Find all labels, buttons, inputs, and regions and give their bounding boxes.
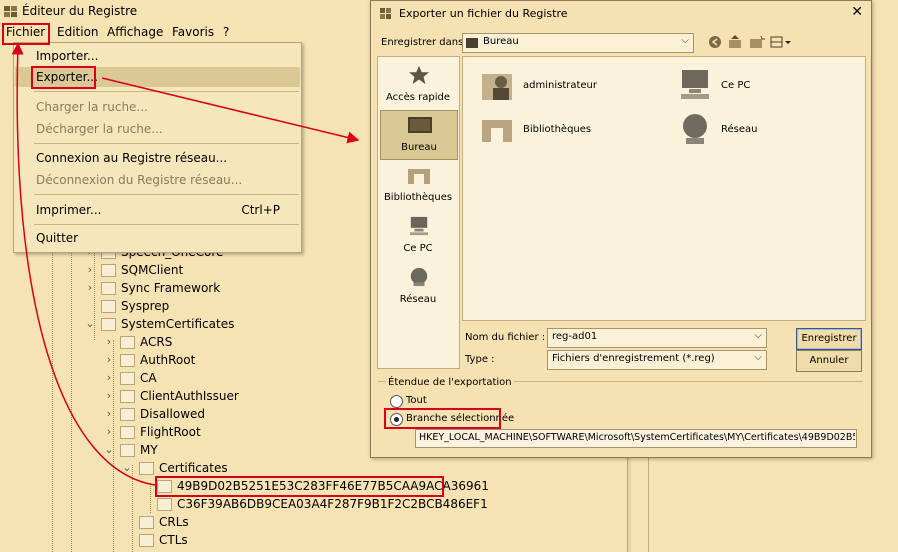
desktop-icon: [466, 38, 478, 48]
menu-favoris[interactable]: Favoris: [172, 25, 214, 39]
user-folder-icon: [482, 74, 512, 100]
expand-arrow-icon[interactable]: ›: [84, 261, 96, 279]
folder-icon: [120, 426, 135, 439]
chevron-down-icon: ⌵: [754, 352, 762, 363]
cancel-button[interactable]: Annuler: [796, 350, 862, 372]
place-ce-pc[interactable]: Ce PC: [380, 212, 456, 260]
registry-editor-title: Éditeur du Registre: [22, 4, 138, 18]
menu-item-importer[interactable]: Importer...: [15, 46, 300, 66]
expand-arrow-icon[interactable]: ›: [103, 423, 115, 441]
filename-label: Nom du fichier :: [465, 332, 546, 343]
tree-guide-line: [52, 230, 53, 552]
folder-icon: [139, 462, 154, 475]
star-icon: [409, 65, 429, 85]
regedit-app-icon: [380, 8, 391, 19]
expand-arrow-icon[interactable]: ›: [103, 333, 115, 351]
dialog-titlebar: Exporter un fichier du Registre ✕: [371, 1, 871, 25]
up-folder-icon[interactable]: [728, 34, 742, 49]
folder-icon: [157, 498, 172, 511]
menu-item-deconnexion-registre: Déconnexion du Registre réseau...: [36, 173, 243, 187]
scope-all-label: Tout: [406, 395, 427, 406]
collapse-arrow-icon[interactable]: ⌄: [103, 441, 115, 459]
folder-icon: [120, 354, 135, 367]
folder-icon: [120, 408, 135, 421]
dialog-title: Exporter un fichier du Registre: [399, 7, 568, 20]
chevron-down-icon[interactable]: ⌵: [754, 330, 762, 341]
desktop-icon: [408, 117, 432, 133]
highlight-certificate-key: [155, 476, 444, 497]
place-acces-rapide[interactable]: Accès rapide: [380, 61, 456, 109]
regedit-app-icon: [4, 6, 17, 17]
menu-separator: [34, 143, 299, 144]
library-icon: [408, 169, 430, 184]
expand-arrow-icon[interactable]: ›: [103, 405, 115, 423]
folder-icon: [101, 318, 116, 331]
network-icon: [410, 267, 428, 287]
menu-item-connexion-registre[interactable]: Connexion au Registre réseau...: [15, 148, 300, 168]
expand-arrow-icon[interactable]: ›: [84, 279, 96, 297]
file-item-administrateur[interactable]: administrateur: [480, 68, 640, 104]
tree-guide-line: [132, 465, 133, 552]
branch-path-input[interactable]: HKEY_LOCAL_MACHINE\SOFTWARE\Microsoft\Sy…: [415, 429, 857, 448]
highlight-fichier: [2, 23, 50, 45]
computer-icon: [409, 216, 429, 236]
scope-label: Étendue de l'exportation: [386, 377, 514, 388]
save-button[interactable]: Enregistrer: [796, 328, 862, 350]
highlight-branch-selected: [384, 408, 501, 429]
library-icon: [482, 120, 512, 142]
new-folder-icon[interactable]: [749, 35, 765, 49]
expand-arrow-icon[interactable]: ›: [103, 351, 115, 369]
folder-icon: [120, 390, 135, 403]
places-bar: Accès rapide Bureau Bibliothèques Ce PC …: [377, 56, 460, 369]
menu-item-imprimer[interactable]: Imprimer... Ctrl+P: [15, 200, 300, 220]
save-in-label: Enregistrer dans :: [381, 37, 470, 48]
folder-icon: [101, 282, 116, 295]
network-icon: [683, 114, 707, 144]
place-bibliotheques[interactable]: Bibliothèques: [380, 161, 456, 209]
tree-guide-line: [71, 230, 72, 552]
menu-help[interactable]: ?: [223, 25, 229, 39]
chevron-down-icon: ⌵: [681, 35, 689, 46]
filename-input[interactable]: reg-ad01 ⌵: [547, 328, 767, 348]
folder-icon: [120, 372, 135, 385]
scope-all-radio[interactable]: [390, 395, 403, 408]
menu-item-charger-ruche: Charger la ruche...: [36, 100, 148, 114]
folder-icon: [120, 336, 135, 349]
export-registry-dialog: Exporter un fichier du Registre ✕ Enregi…: [370, 0, 872, 458]
menu-affichage[interactable]: Affichage: [107, 25, 163, 39]
folder-icon: [139, 534, 154, 547]
computer-icon: [681, 70, 709, 99]
menu-item-quitter[interactable]: Quitter: [15, 228, 300, 248]
folder-icon: [101, 264, 116, 277]
place-bureau[interactable]: Bureau: [380, 110, 458, 160]
menu-item-decharger-ruche: Décharger la ruche...: [36, 122, 163, 136]
menu-edition[interactable]: Edition: [57, 25, 99, 39]
file-item-ce-pc[interactable]: Ce PC: [678, 68, 838, 104]
file-list: administrateur Ce PC Bibliothèques Résea…: [462, 56, 866, 321]
registry-editor-titlebar: Éditeur du Registre: [0, 0, 360, 22]
folder-icon: [101, 300, 116, 313]
view-menu-icon[interactable]: [770, 35, 792, 49]
file-type-dropdown[interactable]: Fichiers d'enregistrement (*.reg) ⌵: [547, 350, 767, 370]
back-icon[interactable]: [708, 35, 722, 49]
collapse-arrow-icon[interactable]: ⌄: [121, 459, 133, 477]
collapse-arrow-icon[interactable]: ⌄: [84, 315, 96, 333]
file-item-reseau[interactable]: Réseau: [678, 112, 838, 148]
expand-arrow-icon[interactable]: ›: [103, 369, 115, 387]
expand-arrow-icon[interactable]: ›: [103, 387, 115, 405]
menu-separator: [34, 224, 299, 225]
save-in-dropdown[interactable]: Bureau ⌵: [462, 33, 694, 53]
folder-icon: [139, 516, 154, 529]
right-pane-column-line: [648, 452, 649, 552]
highlight-exporter: [31, 66, 96, 89]
close-icon[interactable]: ✕: [851, 4, 863, 20]
place-reseau[interactable]: Réseau: [380, 263, 456, 311]
menu-separator: [34, 91, 299, 92]
tree-guide-line: [150, 483, 151, 513]
menu-separator: [34, 194, 299, 195]
folder-icon: [120, 444, 135, 457]
file-item-bibliotheques[interactable]: Bibliothèques: [480, 112, 640, 148]
type-label: Type :: [465, 354, 495, 365]
